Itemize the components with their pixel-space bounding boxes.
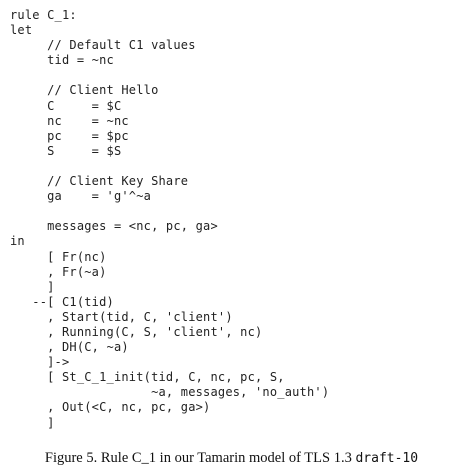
code-line: C = $C <box>10 98 122 113</box>
code-line: , Fr(~a) <box>10 264 107 279</box>
code-line: ] <box>10 415 55 430</box>
code-line: rule C_1: <box>10 8 77 22</box>
code-line: S = $S <box>10 143 122 158</box>
code-line: --[ C1(tid) <box>10 294 114 309</box>
caption-text: Figure 5. Rule C_1 in our Tamarin model … <box>44 450 356 466</box>
code-line: let <box>10 23 33 38</box>
code-line: ~a, messages, 'no_auth') <box>10 385 330 400</box>
code-line: nc = ~nc <box>10 113 129 128</box>
code-line: , DH(C, ~a) <box>10 340 129 355</box>
code-line: , Start(tid, C, 'client') <box>10 309 233 324</box>
code-line: , Running(C, S, 'client', nc) <box>10 324 263 339</box>
code-line: tid = ~nc <box>10 53 114 68</box>
figure-caption: Figure 5. Rule C_1 in our Tamarin model … <box>0 450 463 467</box>
code-line: pc = $pc <box>10 128 129 143</box>
code-line: // Client Hello <box>10 83 159 98</box>
code-line: ] <box>10 279 55 294</box>
code-line: messages = <nc, pc, ga> <box>10 219 218 234</box>
code-line: // Client Key Share <box>10 174 189 189</box>
code-line: [ Fr(nc) <box>10 249 107 264</box>
code-line: // Default C1 values <box>10 38 196 53</box>
code-line: [ St_C_1_init(tid, C, nc, pc, S, <box>10 370 285 385</box>
code-listing: rule C_1: let // Default C1 values tid = … <box>0 0 329 431</box>
code-line: ga = 'g'^~a <box>10 189 152 204</box>
code-line: ]-> <box>10 355 70 370</box>
code-line: , Out(<C, nc, pc, ga>) <box>10 400 211 415</box>
code-line: in <box>10 234 25 249</box>
caption-code: draft-10 <box>355 451 419 466</box>
